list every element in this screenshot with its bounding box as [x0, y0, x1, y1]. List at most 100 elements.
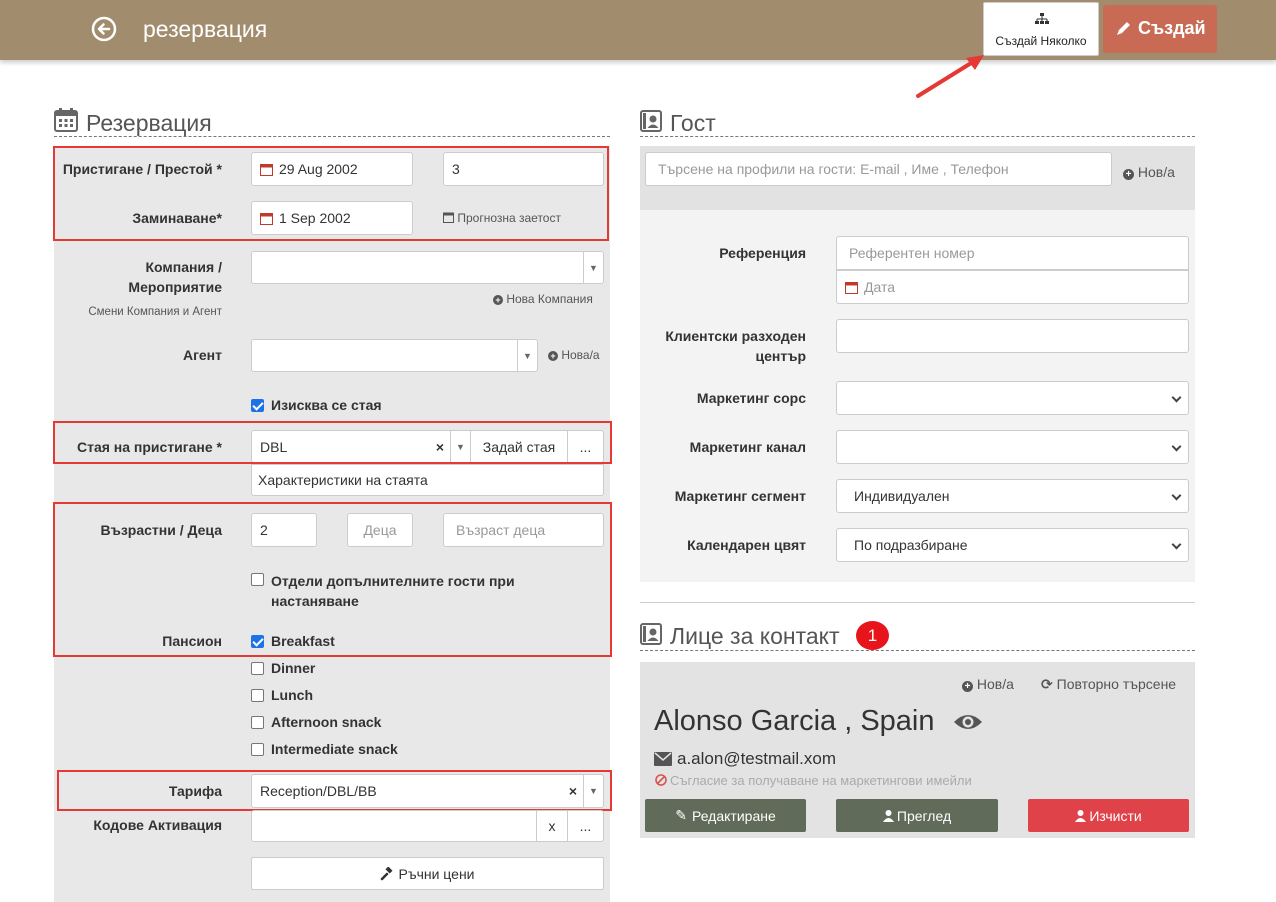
marketing-source-select[interactable] [836, 381, 1189, 415]
create-multiple-button[interactable]: Създай Няколко [983, 2, 1099, 56]
calendar-color-value: По подразбиране [854, 537, 968, 553]
company-label: Компания / Мероприятие [54, 257, 222, 297]
marketing-channel-select[interactable] [836, 430, 1189, 464]
sitemap-icon [1035, 13, 1049, 24]
new-agent-link[interactable]: + Нова/а [548, 348, 600, 362]
calendar-small-icon [845, 281, 858, 294]
meal-dinner-label: Dinner [271, 660, 316, 676]
envelope-icon [654, 752, 672, 766]
room-features-input[interactable]: Характеристики на стаята [251, 464, 604, 496]
room-required-label: Изисква се стая [271, 397, 382, 413]
meal-intermediate-snack-checkbox[interactable] [251, 743, 264, 756]
reservation-section-title: Резервация [86, 110, 212, 136]
new-company-link[interactable]: + Нова Компания [493, 292, 593, 306]
page-title: резервация [143, 16, 268, 42]
company-select[interactable]: ▼ [251, 251, 604, 284]
highlight-guests-box [53, 502, 612, 657]
guest-card-icon [640, 110, 662, 132]
contact-divider [640, 650, 1195, 651]
reference-label: Референция [719, 245, 806, 261]
ban-icon [655, 774, 667, 786]
meal-dinner-checkbox[interactable] [251, 662, 264, 675]
calendar-color-select[interactable]: По подразбиране [836, 528, 1189, 562]
create-label: Създай [1138, 18, 1206, 38]
contact-new-link[interactable]: + Нов/а [962, 676, 1014, 692]
plus-circle-icon: + [1123, 169, 1134, 180]
room-features-value: Характеристики на стаята [258, 472, 428, 488]
agent-label: Агент [182, 347, 222, 363]
guest-search-input[interactable]: Търсене на профили на гости: E-mail , Им… [645, 152, 1112, 186]
guest-section-title: Гост [670, 110, 716, 136]
user-icon [882, 809, 894, 822]
user-icon [1075, 809, 1087, 822]
manual-prices-button[interactable]: Ръчни цени [251, 857, 604, 890]
highlight-room-box [53, 421, 612, 464]
create-multiple-label: Създай Няколко [995, 34, 1087, 48]
contact-name: Alonso Garcia , Spain [654, 705, 935, 737]
new-company-label: Нова Компания [506, 292, 593, 306]
new-agent-label: Нова/а [561, 348, 600, 362]
activation-codes-label: Кодове Активация [93, 817, 222, 833]
meal-intermediate-snack-label: Intermediate snack [271, 741, 398, 757]
change-company-link[interactable]: Смени Компания и Агент [54, 306, 222, 318]
plus-circle-icon: + [548, 351, 558, 361]
activation-more-label: ... [579, 818, 592, 834]
clear-label: Изчисти [1089, 807, 1142, 824]
cost-center-line1: Клиентски разходен [665, 328, 806, 344]
room-required-checkbox[interactable] [251, 399, 264, 412]
plus-circle-icon: + [493, 295, 503, 305]
reference-input[interactable]: Референтен номер [836, 236, 1189, 270]
meal-afternoon-snack-checkbox[interactable] [251, 716, 264, 729]
meal-lunch-label: Lunch [271, 687, 313, 703]
activation-clear-button[interactable]: x [536, 810, 568, 842]
agent-select[interactable]: ▼ [251, 339, 538, 372]
gavel-icon [381, 866, 394, 880]
view-contact-button[interactable]: Преглед [836, 799, 998, 832]
contact-section-title: Лице за контакт [670, 623, 840, 649]
annotation-arrow [916, 55, 984, 98]
create-button[interactable]: Създай [1103, 5, 1217, 53]
edit-label: Редактиране [691, 807, 776, 824]
marketing-channel-label: Маркетинг канал [689, 439, 806, 455]
chevron-down-icon [1171, 441, 1182, 452]
guest-new-link[interactable]: + Нов/а [1123, 164, 1175, 180]
highlight-arrival-box [53, 146, 609, 241]
pencil-icon [1117, 22, 1130, 35]
reference-placeholder: Референтен номер [849, 245, 975, 261]
manual-prices-label: Ръчни цени [398, 865, 475, 882]
meal-afternoon-snack-label: Afternoon snack [271, 714, 382, 730]
consent-text: Съгласие за получаване на маркетингови и… [670, 773, 972, 788]
reservation-divider [54, 136, 610, 137]
reference-date-input[interactable]: Дата [836, 270, 1189, 304]
guest-divider [640, 136, 1195, 137]
guest-new-label: Нов/а [1137, 164, 1175, 180]
back-arrow-icon[interactable] [91, 16, 117, 42]
reference-date-placeholder: Дата [864, 279, 896, 295]
section-separator [640, 602, 1195, 603]
contact-new-label: Нов/а [976, 676, 1014, 692]
activation-more-button[interactable]: ... [567, 810, 604, 842]
activation-clear-label: x [548, 818, 556, 834]
refresh-icon: ⟳ [1041, 676, 1053, 692]
meal-lunch-checkbox[interactable] [251, 689, 264, 702]
notification-badge: 1 [856, 621, 889, 650]
company-label-line2: Мероприятие [128, 279, 222, 295]
marketing-segment-select[interactable]: Индивидуален [836, 479, 1189, 513]
plus-circle-icon: + [962, 681, 973, 692]
clear-contact-button[interactable]: Изчисти [1028, 799, 1189, 832]
pencil-icon: ✎ [675, 807, 687, 823]
calendar-color-label: Календарен цвят [687, 537, 806, 553]
eye-icon[interactable] [953, 712, 983, 732]
chevron-down-icon: ▼ [583, 252, 603, 283]
highlight-rate-box [57, 770, 612, 811]
guest-search-placeholder: Търсене на профили на гости: E-mail , Им… [658, 161, 1009, 177]
marketing-segment-value: Индивидуален [854, 488, 950, 504]
contact-card-icon [640, 623, 662, 645]
cost-center-input[interactable] [836, 319, 1189, 353]
chevron-down-icon: ▼ [517, 340, 537, 371]
edit-contact-button[interactable]: ✎ Редактиране [645, 799, 806, 832]
marketing-segment-label: Маркетинг сегмент [674, 488, 806, 504]
activation-codes-input[interactable] [251, 810, 537, 842]
contact-email: a.alon@testmail.xom [677, 749, 836, 768]
research-link[interactable]: ⟳ Повторно търсене [1041, 676, 1176, 693]
